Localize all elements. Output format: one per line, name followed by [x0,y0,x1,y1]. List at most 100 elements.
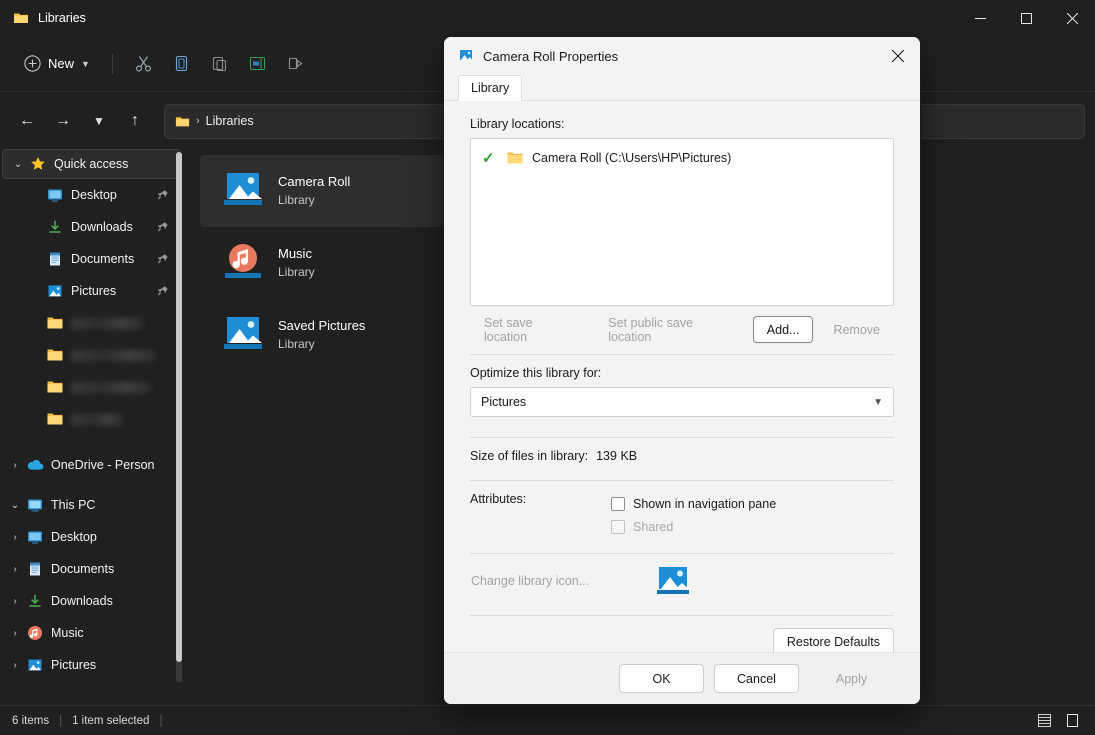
pictures-library-icon [222,170,264,212]
cancel-button[interactable]: Cancel [714,664,799,693]
new-button[interactable]: New ▼ [14,48,100,80]
title-bar-left: Libraries [0,10,86,26]
sidebar-item-music[interactable]: › Music [0,617,185,649]
ok-button[interactable]: OK [619,664,704,693]
pictures-icon [44,283,66,299]
paste-icon[interactable] [201,47,239,81]
sidebar-item-label: Pictures [71,284,116,298]
close-icon[interactable] [1049,0,1095,36]
status-separator-2: | [159,715,162,727]
list-item-name: Music [278,245,315,264]
sidebar-item-this-pc[interactable]: ⌄This PC [0,489,185,521]
onedrive-icon [24,458,46,472]
library-locations-label: Library locations: [470,117,894,131]
close-icon[interactable] [876,37,920,75]
cut-icon[interactable] [125,47,163,81]
shared-checkbox: Shared [611,515,776,538]
forward-button[interactable]: → [46,104,80,138]
chevron-right-icon[interactable]: › [6,628,24,639]
remove-button[interactable]: Remove [819,316,894,343]
chevron-right-icon[interactable]: › [6,564,24,575]
sidebar-scrollbar[interactable] [176,152,182,682]
maximize-icon[interactable] [1003,0,1049,36]
plus-circle-icon [24,55,41,72]
chevron-right-icon[interactable]: › [6,660,24,671]
sidebar-item-documents[interactable]: ›Documents [0,553,185,585]
chevron-down-icon: ▼ [873,397,883,408]
chevron-right-icon[interactable]: › [6,460,24,471]
toolbar-divider [112,54,113,74]
desktop-icon [24,529,46,545]
sidebar-group-gap [0,435,185,449]
chevron-right-icon[interactable]: › [6,532,24,543]
share-icon[interactable] [277,47,315,81]
library-locations-list[interactable]: ✓ Camera Roll (C:\Users\HP\Pictures) [470,138,894,306]
set-public-save-location-button[interactable]: Set public save location [594,316,747,343]
optimize-library-select[interactable]: Pictures ▼ [470,387,894,417]
sidebar-item-downloads[interactable]: Downloads [0,211,185,243]
download-icon [44,219,66,235]
pin-icon[interactable] [156,189,169,202]
list-item-name: Camera Roll [278,173,350,192]
chevron-right-icon[interactable]: › [6,596,24,607]
add-button[interactable]: Add... [753,316,814,343]
copy-icon[interactable] [163,47,201,81]
sidebar-item-label: OneDrive - Person [51,458,155,472]
music-icon [24,625,46,641]
sidebar-item-redacted-6[interactable] [0,339,185,371]
sidebar-item-quick-access[interactable]: ⌄Quick access [2,149,181,179]
sidebar-item-pictures[interactable]: ›Pictures [0,649,185,681]
sidebar-item-pictures[interactable]: Pictures [0,275,185,307]
large-icons-view-button[interactable] [1061,711,1083,731]
status-bar: 6 items | 1 item selected | [0,705,1095,735]
sidebar-item-redacted-8[interactable] [0,403,185,435]
shown-in-navigation-pane-checkbox[interactable]: Shown in navigation pane [611,492,776,515]
set-save-location-button[interactable]: Set save location [470,316,588,343]
sidebar-item-label: Downloads [71,220,133,234]
tab-library[interactable]: Library [458,75,522,101]
attributes-checkbox-group: Shown in navigation pane Shared [611,492,776,538]
chevron-down-icon[interactable]: ⌄ [6,500,24,511]
list-item-type: Library [278,336,365,353]
navigation-pane: ⌄Quick access Desktop Downloads Documents Pi… [0,149,185,699]
sidebar-item-desktop[interactable]: Desktop [0,179,185,211]
rename-icon[interactable] [239,47,277,81]
location-path: Camera Roll (C:\Users\HP\Pictures) [532,151,731,165]
folder-icon [507,151,523,165]
details-view-button[interactable] [1033,711,1055,731]
chevron-down-icon[interactable]: ⌄ [9,159,27,170]
pin-icon[interactable] [156,221,169,234]
dialog-title-bar: Camera Roll Properties [444,37,920,75]
breadcrumb[interactable]: Libraries [206,114,254,128]
recent-locations-button[interactable]: ▼ [82,104,116,138]
apply-button[interactable]: Apply [809,664,894,693]
list-item[interactable]: ✓ Camera Roll (C:\Users\HP\Pictures) [477,147,887,169]
back-button[interactable]: ← [10,104,44,138]
up-button[interactable]: ↑ [118,104,152,138]
sidebar-item-redacted-7[interactable] [0,371,185,403]
sidebar-item-redacted-5[interactable] [0,307,185,339]
sidebar-group-gap-2 [0,481,185,489]
dialog-body: Library locations: ✓ Camera Roll (C:\Use… [444,101,920,681]
sidebar-item-label: Downloads [51,594,113,608]
sidebar-item-desktop[interactable]: ›Desktop [0,521,185,553]
sidebar-item-documents[interactable]: Documents [0,243,185,275]
sidebar-item-label: Music [51,626,84,640]
divider-2 [470,437,894,438]
documents-icon [24,561,46,577]
minimize-icon[interactable] [957,0,1003,36]
sidebar-item-label-redacted [71,350,155,361]
list-item-text: Saved PicturesLibrary [278,317,365,353]
checkbox-box [611,497,625,511]
dialog-title: Camera Roll Properties [483,49,618,64]
sidebar-item-downloads[interactable]: › Downloads [0,585,185,617]
change-library-icon-button[interactable]: Change library icon... [470,568,603,595]
sidebar-item-onedrive-person[interactable]: › OneDrive - Person [0,449,185,481]
sidebar-item-label: Desktop [71,188,117,202]
attributes-label: Attributes: [470,492,611,506]
camera-roll-properties-dialog: Camera Roll Properties Library Library l… [443,36,921,705]
divider [470,354,894,355]
pin-icon[interactable] [156,253,169,266]
restore-defaults-button[interactable]: Restore Defaults [773,628,894,655]
pin-icon[interactable] [156,285,169,298]
